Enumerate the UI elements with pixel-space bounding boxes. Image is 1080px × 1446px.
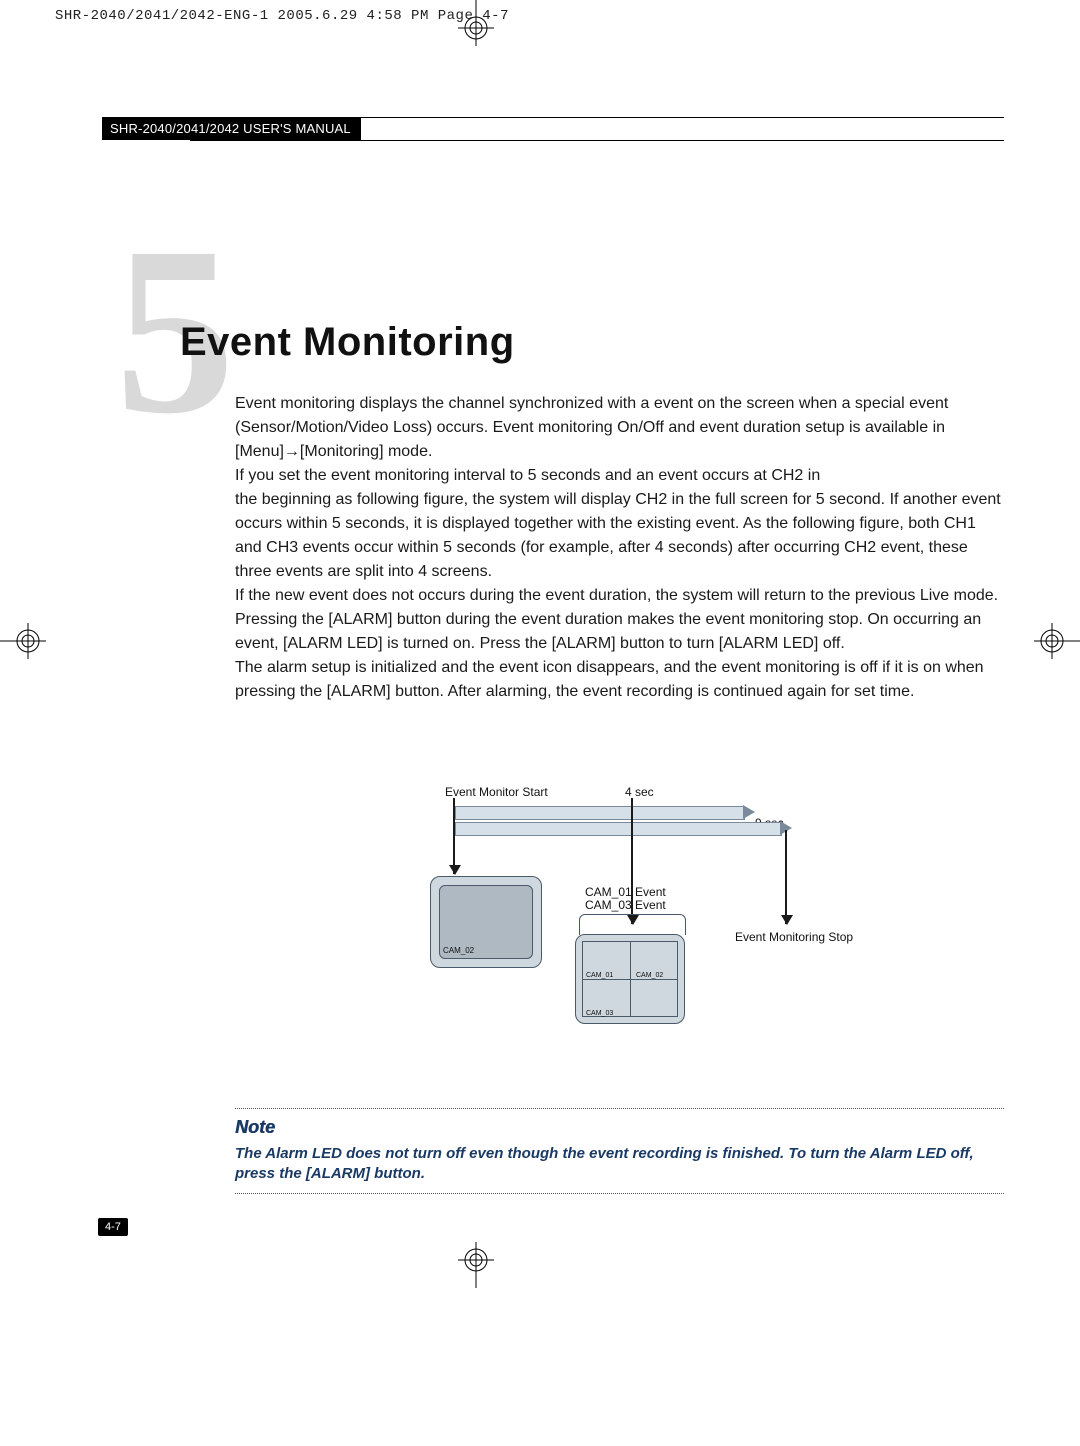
grid-cell-label: CAM_03 (586, 1010, 613, 1017)
note-block: Note The Alarm LED does not turn off eve… (235, 1108, 1004, 1194)
label-event-monitoring-stop: Event Monitoring Stop (735, 930, 853, 944)
paragraph: If the new event does not occurs during … (235, 584, 1004, 656)
arrow-down-icon (785, 830, 787, 924)
grid-cell-label: CAM_02 (636, 972, 663, 979)
label-event-monitor-start: Event Monitor Start (445, 785, 548, 799)
arrow-right-icon (743, 805, 755, 819)
crop-marks-header: SHR-2040/2041/2042-ENG-1 2005.6.29 4:58 … (55, 8, 509, 24)
camera-label: CAM_02 (443, 946, 474, 955)
arrow-down-icon (453, 798, 455, 874)
body-text: Event monitoring displays the channel sy… (235, 392, 1004, 704)
timeline-bar-9sec (455, 822, 782, 836)
label-cam03-event: CAM_03 Event (585, 898, 666, 912)
grid-cell-label: CAM_01 (586, 972, 613, 979)
page-number: 4-7 (98, 1218, 128, 1236)
registration-mark-top (458, 0, 494, 51)
header-rule (190, 117, 1004, 118)
dotted-rule (235, 1108, 1004, 1109)
timeline-bar-4sec (455, 806, 745, 820)
bracket-icon (579, 914, 686, 935)
grid-hline (583, 979, 677, 980)
grid-inner: CAM_01 CAM_02 CAM_03 (582, 941, 678, 1017)
registration-mark-left (0, 623, 46, 664)
manual-header: SHR-2040/2041/2042 USER'S MANUAL (102, 117, 361, 140)
camera-screen-single: CAM_02 (430, 876, 542, 968)
label-4sec: 4 sec (625, 785, 654, 799)
note-body: The Alarm LED does not turn off even tho… (235, 1144, 1004, 1185)
paragraph: Event monitoring displays the channel sy… (235, 392, 1004, 464)
paragraph: the beginning as following figure, the s… (235, 488, 1004, 584)
page-content: SHR-2040/2041/2042 USER'S MANUAL 5 Event… (95, 80, 1042, 1296)
paragraph: The alarm setup is initialized and the e… (235, 656, 1004, 704)
header-rule-bottom (190, 140, 1004, 141)
note-heading: Note (235, 1117, 1004, 1138)
paragraph: If you set the event monitoring interval… (235, 464, 1004, 488)
camera-screen-grid: CAM_01 CAM_02 CAM_03 (575, 934, 685, 1024)
label-cam01-event: CAM_01 Event (585, 885, 666, 899)
dotted-rule (235, 1193, 1004, 1194)
event-monitoring-diagram: Event Monitor Start 4 sec 9 sec CAM_01 E… (335, 780, 845, 1080)
page-title: Event Monitoring (180, 320, 515, 365)
